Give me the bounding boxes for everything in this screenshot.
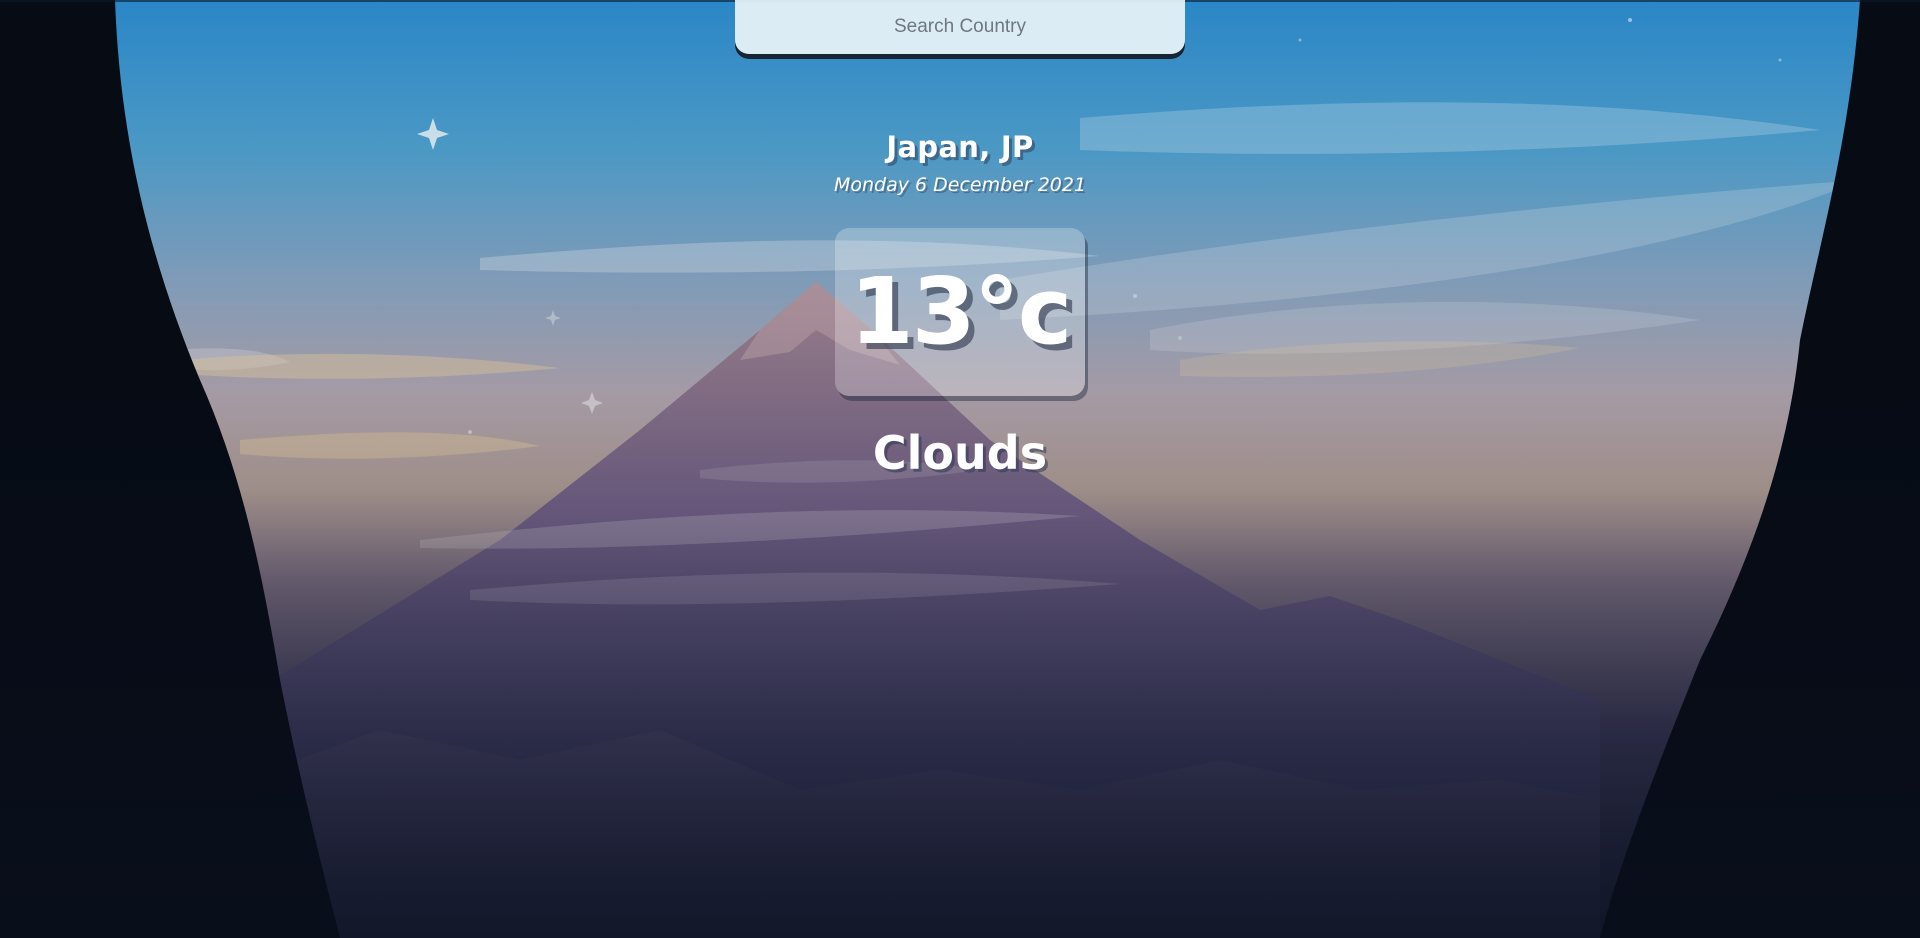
search-input[interactable] [735,0,1185,54]
weather-box: 13°c Clouds [0,228,1920,480]
weather-app: Japan, JP Monday 6 December 2021 13°c Cl… [0,0,1920,938]
search-box [735,0,1185,60]
location-name: Japan, JP [886,130,1034,164]
temperature-display: 13°c [835,228,1085,396]
location-box: Japan, JP Monday 6 December 2021 [0,130,1920,196]
weather-condition: Clouds [872,426,1048,480]
current-date: Monday 6 December 2021 [833,174,1087,196]
